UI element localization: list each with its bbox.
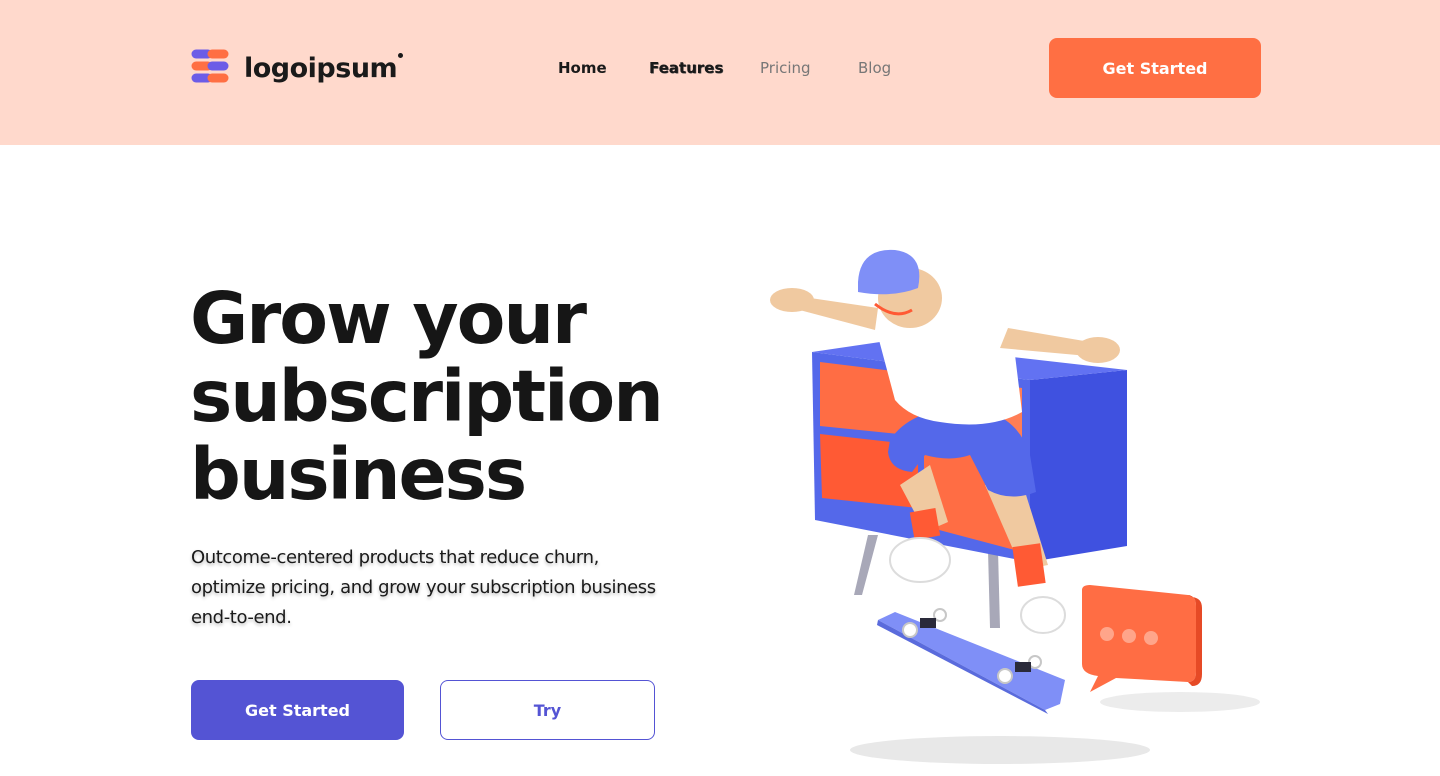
nav-link-blog[interactable]: Blog [858, 59, 891, 77]
headline-line-2: subscription [190, 355, 664, 438]
hero-subtext: Outcome-centered products that reduce ch… [191, 547, 656, 628]
hero-get-started-button[interactable]: Get Started [191, 680, 404, 740]
site-header: logoipsum Home Features Pricing Blog Get… [0, 0, 1440, 145]
skater-with-shelf-illustration [760, 240, 1280, 772]
nav-link-pricing[interactable]: Pricing [760, 59, 811, 77]
hero-headline: Grow your subscription business [190, 280, 750, 514]
logo[interactable]: logoipsum [190, 46, 404, 90]
hero-try-button[interactable]: Try [440, 680, 655, 740]
nav-link-home[interactable]: Home [558, 59, 607, 77]
logo-mark-icon [190, 46, 234, 90]
logo-dot [398, 52, 404, 58]
headline-line-3: business [190, 433, 527, 516]
nav-link-features[interactable]: Features [649, 59, 723, 77]
headline-line-1: Grow your [190, 277, 587, 360]
header-get-started-button[interactable]: Get Started [1049, 38, 1261, 98]
logo-text: logoipsum [244, 52, 398, 84]
